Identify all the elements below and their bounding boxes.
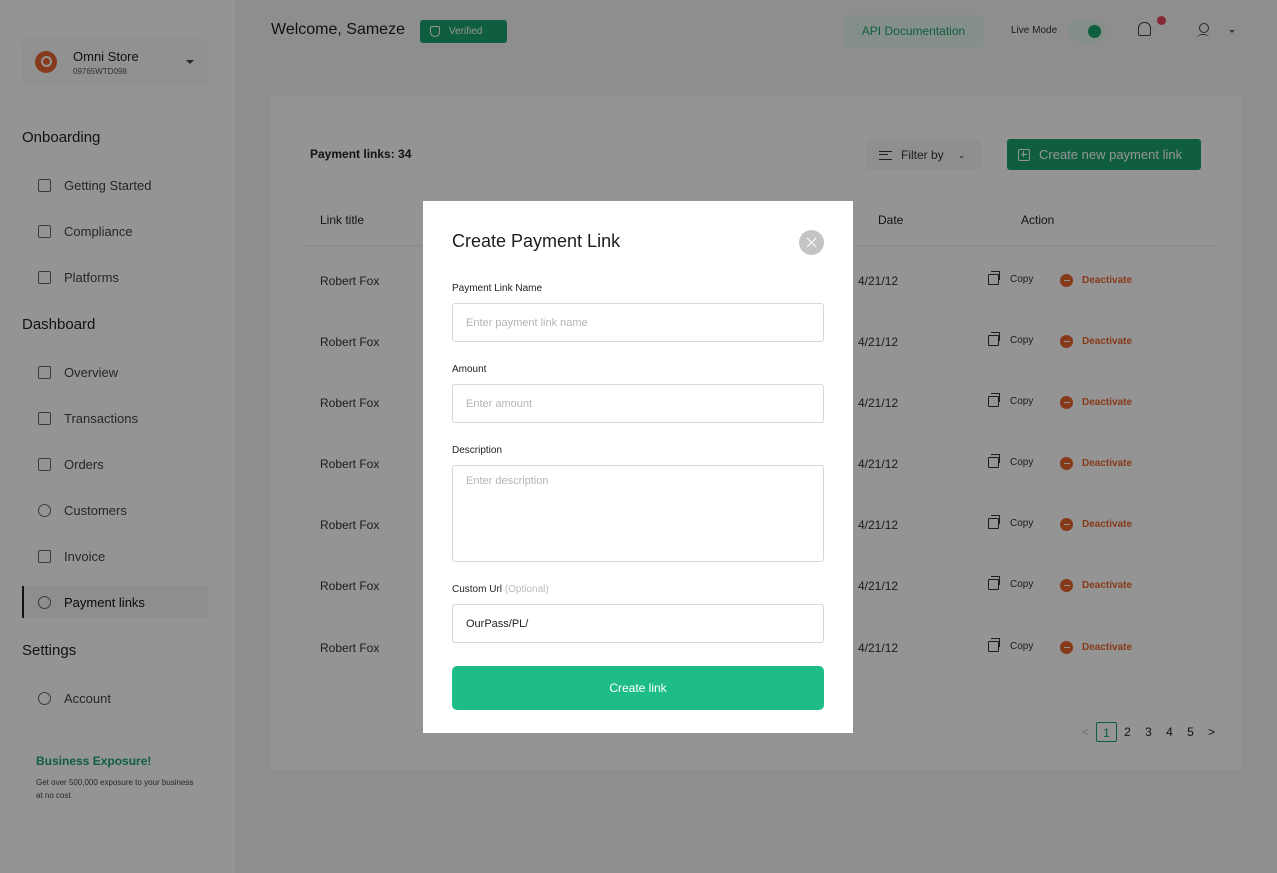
amount-input[interactable]	[452, 384, 824, 423]
custom-url-input[interactable]	[452, 604, 824, 643]
create-payment-link-modal: Create Payment Link Payment Link Name Am…	[423, 201, 853, 733]
amount-label: Amount	[452, 364, 487, 375]
description-label: Description	[452, 445, 503, 456]
payment-link-name-input[interactable]	[452, 303, 824, 342]
description-textarea[interactable]	[452, 465, 824, 562]
modal-title: Create Payment Link	[452, 231, 621, 251]
optional-hint: (Optional)	[504, 584, 549, 595]
payment-link-name-label: Payment Link Name	[452, 283, 543, 294]
custom-url-label: Custom Url (Optional)	[452, 584, 549, 595]
close-icon[interactable]	[799, 230, 824, 255]
create-link-button[interactable]: Create link	[452, 666, 824, 710]
custom-url-label-text: Custom Url	[452, 584, 503, 595]
